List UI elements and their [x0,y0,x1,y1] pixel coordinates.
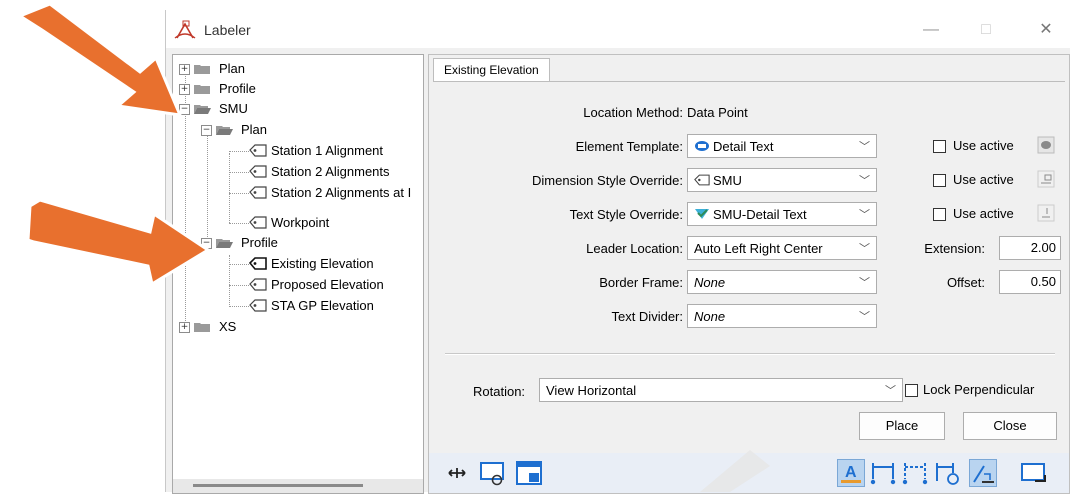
dimension-style-select[interactable]: SMU ﹀ [687,168,877,192]
minimize-button[interactable]: — [911,18,951,42]
use-active-label-3: Use active [953,206,1014,221]
location-method-label: Location Method: [583,105,683,120]
tab-existing-elevation[interactable]: Existing Elevation [433,58,550,81]
rotation-select[interactable]: View Horizontal ﹀ [539,378,903,402]
extension-label: Extension: [924,241,985,256]
label-tag-icon [249,165,267,178]
scrollbar-thumb[interactable] [193,484,363,487]
element-template-select[interactable]: Detail Text ﹀ [687,134,877,158]
label-tag-icon [249,257,267,270]
border-frame-label: Border Frame: [599,275,683,290]
dimension-style-label: Dimension Style Override: [532,173,683,188]
use-active-checkbox-3[interactable] [933,208,946,221]
place-button[interactable]: Place [859,412,945,440]
element-template-label: Element Template: [575,139,683,154]
text-style-select[interactable]: SMU-Detail Text ﹀ [687,202,877,226]
dimension-point-icon[interactable] [933,459,961,487]
expand-icon[interactable]: + [179,322,190,333]
chevron-down-icon: ﹀ [859,141,870,153]
title-bar: Labeler — □ ✕ [166,10,1070,48]
lock-perpendicular-checkbox[interactable] [905,384,918,397]
chevron-down-icon: ﹀ [859,277,870,289]
use-active-label-2: Use active [953,172,1014,187]
offset-input[interactable]: 0.50 [999,270,1061,294]
text-style-icon [695,209,709,219]
chevron-down-icon: ﹀ [859,175,870,187]
tree-line [229,193,249,194]
location-method-value: Data Point [687,105,748,120]
chevron-down-icon: ﹀ [859,209,870,221]
callout-arrow-top [16,2,183,117]
slope-label-button[interactable] [969,459,997,487]
match-text-style-icon[interactable] [1037,204,1055,222]
selection-box-icon[interactable] [1019,459,1047,487]
use-active-checkbox-1[interactable] [933,140,946,153]
divider [445,353,1055,355]
label-tag-icon [249,186,267,199]
open-folder-icon [216,126,233,135]
use-active-checkbox-2[interactable] [933,174,946,187]
maximize-button[interactable]: □ [966,18,1006,42]
close-window-button[interactable]: ✕ [1026,18,1066,42]
label-tag-icon [249,216,267,229]
tree-line [229,153,230,223]
text-divider-select[interactable]: None ﹀ [687,304,877,328]
border-frame-select[interactable]: None ﹀ [687,270,877,294]
svg-text:A: A [845,464,857,481]
chevron-down-icon: ﹀ [859,243,870,255]
tree-line [229,151,249,152]
collapse-icon[interactable]: − [201,125,212,136]
leader-location-label: Leader Location: [586,241,683,256]
window-title: Labeler [204,22,251,38]
lock-perpendicular-label: Lock Perpendicular [923,382,1035,397]
folder-icon [194,323,210,332]
leader-location-select[interactable]: Auto Left Right Center ﹀ [687,236,877,260]
use-active-label-1: Use active [953,138,1014,153]
chevron-down-icon: ﹀ [885,385,896,397]
label-settings-panel: Existing Elevation Location Method: Data… [428,54,1070,494]
detail-text-icon [695,141,709,151]
dimension-dashed-icon[interactable] [901,459,929,487]
watermark-shape [700,450,770,492]
view-settings-icon[interactable] [515,459,543,487]
tree-horizontal-scrollbar[interactable] [173,479,423,493]
text-divider-label: Text Divider: [611,309,683,324]
move-icon[interactable] [443,459,471,487]
tree-line [229,306,249,307]
slope-label-icon [973,465,994,483]
match-dimension-icon[interactable] [1037,170,1055,188]
tree-line [229,264,249,265]
extension-input[interactable]: 2.00 [999,236,1061,260]
label-tag-icon [694,174,710,186]
tree-line [229,223,249,224]
match-template-icon[interactable] [1037,136,1055,154]
tree-line [229,255,230,305]
offset-label: Offset: [946,275,985,290]
dimension-icon[interactable] [869,459,897,487]
text-style-label: Text Style Override: [569,207,683,222]
dynamic-view-icon[interactable] [479,459,507,487]
tab-content: Location Method: Data Point Element Temp… [433,81,1065,348]
callout-arrow-bottom [26,200,211,287]
text-label-button[interactable]: A [837,459,865,487]
close-button[interactable]: Close [963,412,1057,440]
label-tag-icon [249,144,267,157]
tree-line [229,285,249,286]
chevron-down-icon: ﹀ [859,311,870,323]
label-tag-icon [249,299,267,312]
tree-line [229,172,249,173]
label-tag-icon [249,278,267,291]
text-label-icon: A [841,464,861,483]
labeler-window: Labeler — □ ✕ + Plan + Profile − SMU − P… [165,10,1070,494]
rotation-label: Rotation: [473,384,526,399]
